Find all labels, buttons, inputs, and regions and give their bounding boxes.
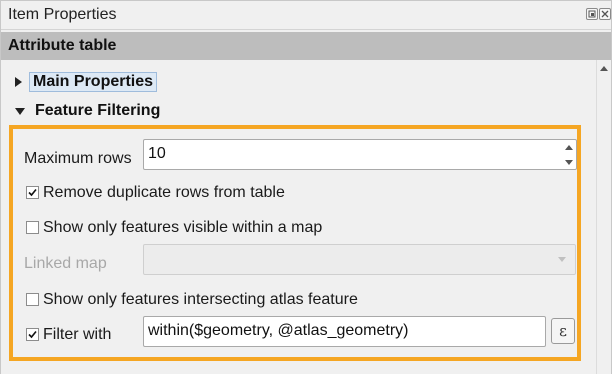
group-main-properties[interactable]: Main Properties: [15, 71, 158, 93]
filter-expression-value[interactable]: within($geometry, @atlas_geometry): [148, 322, 409, 340]
remove-duplicates-label[interactable]: Remove duplicate rows from table: [43, 184, 285, 202]
visible-within-map-checkbox[interactable]: [26, 221, 39, 234]
panel-title: Item Properties: [8, 6, 117, 23]
intersecting-atlas-checkbox[interactable]: [26, 293, 39, 306]
collapse-arrow-icon[interactable]: [15, 107, 25, 115]
filter-with-checkbox[interactable]: [26, 328, 39, 341]
section-title: Attribute table: [8, 37, 117, 54]
group-feature-filtering[interactable]: Feature Filtering: [15, 100, 160, 122]
group-feature-filtering-label[interactable]: Feature Filtering: [35, 102, 160, 120]
expression-icon[interactable]: ε: [551, 318, 575, 344]
dropdown-arrow-icon[interactable]: [558, 257, 566, 262]
spin-up-icon[interactable]: [565, 145, 573, 150]
filter-with-label[interactable]: Filter with: [43, 326, 111, 344]
maximum-rows-value[interactable]: 10: [148, 145, 166, 163]
expand-arrow-icon[interactable]: [15, 77, 22, 87]
intersecting-atlas-label[interactable]: Show only features intersecting atlas fe…: [43, 291, 358, 309]
expression-button-glyph: ε: [559, 322, 567, 340]
visible-within-map-label[interactable]: Show only features visible within a map: [43, 219, 322, 237]
remove-duplicates-checkbox[interactable]: [26, 186, 39, 199]
vertical-scrollbar[interactable]: [596, 60, 611, 374]
linked-map-combobox[interactable]: [143, 244, 576, 275]
properties-content: Main Properties Feature Filtering Maximu…: [1, 60, 611, 374]
panel-titlebar: Item Properties: [1, 1, 611, 30]
float-icon[interactable]: [586, 8, 598, 20]
scroll-up-icon[interactable]: [600, 66, 608, 71]
checkmark-icon: [28, 188, 37, 197]
spin-down-icon[interactable]: [565, 160, 573, 165]
feature-filtering-highlight: Maximum rows 10 Remove duplicate rows fr…: [9, 125, 581, 361]
linked-map-label: Linked map: [24, 255, 107, 272]
spin-buttons[interactable]: [563, 141, 575, 169]
close-icon[interactable]: [599, 8, 611, 20]
group-main-properties-label[interactable]: Main Properties: [29, 72, 158, 92]
maximum-rows-spinbox[interactable]: 10: [143, 139, 577, 170]
filter-expression-input[interactable]: within($geometry, @atlas_geometry): [143, 316, 546, 347]
section-header: Attribute table: [1, 32, 611, 60]
checkmark-icon: [28, 330, 37, 339]
item-properties-panel: Item Properties Attribute table Main Pro…: [0, 0, 612, 374]
maximum-rows-label: Maximum rows: [24, 150, 132, 167]
